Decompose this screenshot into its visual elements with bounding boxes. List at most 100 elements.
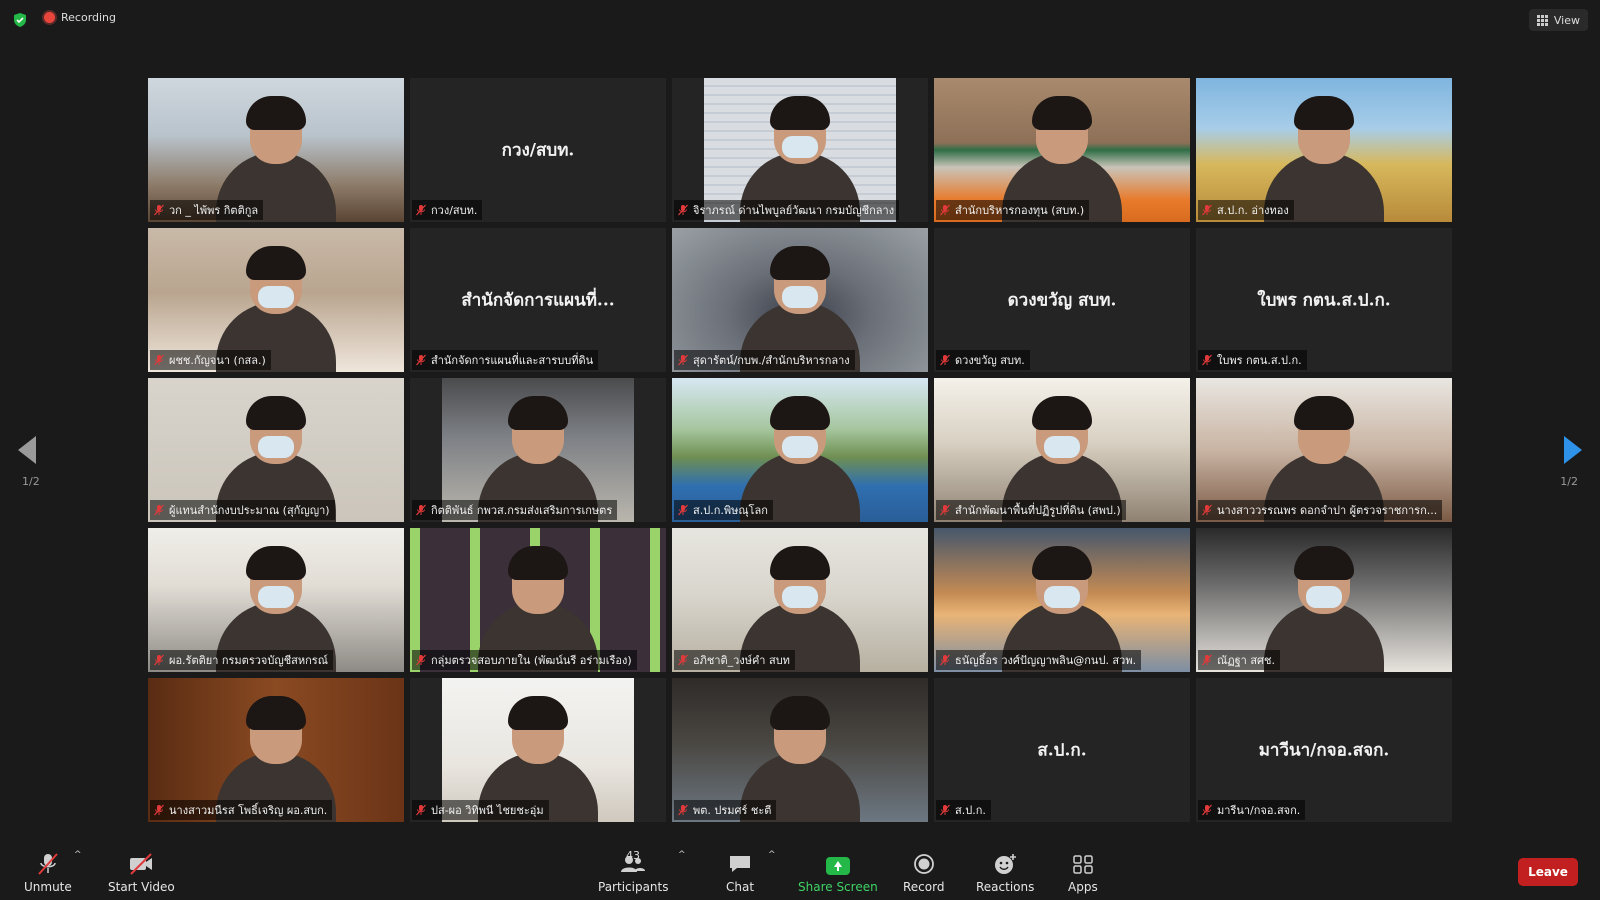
share-screen-label: Share Screen <box>798 880 878 894</box>
participant-nameplate: ส.ป.ก.พิษณุโลก <box>674 500 773 520</box>
participant-nameplate: สำนักพัฒนาพื้นที่ปฏิรูปที่ดิน (สพป.) <box>936 500 1126 520</box>
participant-count: 43 <box>626 849 640 862</box>
reactions-smiley-icon <box>995 854 1017 874</box>
reactions-button[interactable]: Reactions <box>976 853 1034 894</box>
participant-tile[interactable]: ผู้แทนสำนักงบประมาณ (สุกัญญา) <box>148 378 404 522</box>
participant-tile[interactable]: วก _ ไพ้พร กิตติกูล <box>148 78 404 222</box>
participant-tile[interactable]: สำนักพัฒนาพื้นที่ปฏิรูปที่ดิน (สพป.) <box>934 378 1190 522</box>
participant-nameplate: วก _ ไพ้พร กิตติกูล <box>150 200 264 220</box>
meeting-topbar: Recording View <box>0 0 1600 40</box>
muted-mic-icon <box>154 654 164 666</box>
participant-tile[interactable]: ใบพร กตน.ส.ป.ก. ใบพร กตน.ส.ป.ก. <box>1196 228 1452 372</box>
participant-tile[interactable]: ธนัญธิ์อร วงศ์ปัญญาพลิน@กนป. สวพ. <box>934 528 1190 672</box>
muted-mic-icon <box>678 504 688 516</box>
participant-tile[interactable]: ณัฏฐา สศช. <box>1196 528 1452 672</box>
view-button[interactable]: View <box>1528 9 1588 31</box>
share-screen-button[interactable]: Share Screen <box>798 855 878 894</box>
participant-name: จิราภรณ์ ด่านไพบูลย์วัฒนา กรมบัญชีกลาง <box>693 204 895 217</box>
participant-name: ผอ.รัตติยา กรมตรวจบัญชีสหกรณ์ <box>169 654 328 667</box>
participant-name: อภิชาติ_วงษ์คำ สบท <box>693 654 790 667</box>
previous-page-arrow-icon[interactable] <box>18 436 36 464</box>
participant-tile[interactable]: ส.ป.ก.พิษณุโลก <box>672 378 928 522</box>
participants-options-caret-icon[interactable]: ^ <box>678 850 686 860</box>
page-indicator-left: 1/2 <box>22 475 40 488</box>
participant-tile[interactable]: ผอ.รัตติยา กรมตรวจบัญชีสหกรณ์ <box>148 528 404 672</box>
start-video-label: Start Video <box>108 880 175 894</box>
apps-icon <box>1073 855 1093 874</box>
start-video-button[interactable]: Start Video <box>108 853 175 894</box>
participant-name: กิตติพันธ์ กพวส.กรมส่งเสริมการเกษตร <box>431 504 613 517</box>
unmute-button[interactable]: Unmute <box>24 853 72 894</box>
chat-icon <box>730 856 751 872</box>
grid-view-icon <box>1536 14 1548 26</box>
participant-tile[interactable]: สุดารัตน์/กบพ./สำนักบริหารกลาง <box>672 228 928 372</box>
participant-nameplate: ผู้แทนสำนักงบประมาณ (สุกัญญา) <box>150 500 335 520</box>
participant-name: นางสาวมนีรส โพธิ์เจริญ ผอ.สบก. <box>169 804 328 817</box>
muted-mic-icon <box>678 204 688 216</box>
participant-tile[interactable]: นางสาววรรณพร ดอกจำปา ผู้ตรวจราชการก... <box>1196 378 1452 522</box>
participant-nameplate: นางสาววรรณพร ดอกจำปา ผู้ตรวจราชการก... <box>1198 500 1443 520</box>
participant-name: สุดารัตน์/กบพ./สำนักบริหารกลาง <box>693 354 850 367</box>
participant-tile[interactable]: กิตติพันธ์ กพวส.กรมส่งเสริมการเกษตร <box>410 378 666 522</box>
recording-label: Recording <box>61 11 117 24</box>
muted-mic-icon <box>1202 804 1212 816</box>
participant-tile[interactable]: นางสาวมนีรส โพธิ์เจริญ ผอ.สบก. <box>148 678 404 822</box>
record-button[interactable]: Record <box>903 853 944 894</box>
participant-nameplate: อภิชาติ_วงษ์คำ สบท <box>674 650 795 670</box>
participant-display-name: ส.ป.ก. <box>1037 740 1087 761</box>
recording-dot-icon <box>44 12 55 23</box>
chat-button[interactable]: Chat <box>726 853 754 894</box>
participant-name: กลุ่มตรวจสอบภายใน (พัฒน์นรี อร่ามเรือง) <box>431 654 632 667</box>
participant-tile[interactable]: ผชช.กัญจนา (กสล.) <box>148 228 404 372</box>
participant-tile[interactable]: ปส-ผอ วิทิพนี ไชยชะอุ่ม <box>410 678 666 822</box>
participant-tile[interactable]: ดวงขวัญ สบท. ดวงขวัญ สบท. <box>934 228 1190 372</box>
participant-nameplate: สุดารัตน์/กบพ./สำนักบริหารกลาง <box>674 350 855 370</box>
audio-options-caret-icon[interactable]: ^ <box>74 850 82 860</box>
participant-name: กวง/สบท. <box>431 204 478 217</box>
participant-head <box>770 696 830 764</box>
meeting-toolbar: Unmute ^ Start Video 43 Participants ^ C… <box>0 838 1600 900</box>
participant-tile[interactable]: สำนักจัดการแผนที่... สำนักจัดการแผนที่และ… <box>410 228 666 372</box>
participant-tile[interactable]: อภิชาติ_วงษ์คำ สบท <box>672 528 928 672</box>
participant-tile[interactable]: ส.ป.ก. อ่างทอง <box>1196 78 1452 222</box>
recording-indicator[interactable]: Recording <box>44 11 116 24</box>
participant-nameplate: มารีนา/กจอ.สจก. <box>1198 800 1306 820</box>
participant-tile[interactable]: สำนักบริหารกองทุน (สบท.) <box>934 78 1190 222</box>
participant-tile[interactable]: ส.ป.ก. ส.ป.ก. <box>934 678 1190 822</box>
muted-mic-icon <box>416 354 426 366</box>
participant-tile[interactable]: มาวีนา/กจอ.สจก. มารีนา/กจอ.สจก. <box>1196 678 1452 822</box>
participant-tile[interactable]: กวง/สบท. กวง/สบท. <box>410 78 666 222</box>
participant-name: ธนัญธิ์อร วงศ์ปัญญาพลิน@กนป. สวพ. <box>955 654 1137 667</box>
muted-mic-icon <box>416 504 426 516</box>
muted-mic-icon <box>1202 654 1212 666</box>
participant-name: ส.ป.ก. อ่างทอง <box>1217 204 1289 217</box>
muted-mic-icon <box>678 804 688 816</box>
leave-button[interactable]: Leave <box>1518 858 1578 886</box>
muted-mic-icon <box>154 204 164 216</box>
view-label: View <box>1553 13 1580 27</box>
participant-head <box>246 396 306 464</box>
participant-head <box>246 546 306 614</box>
participant-head <box>770 396 830 464</box>
participant-tile[interactable]: กลุ่มตรวจสอบภายใน (พัฒน์นรี อร่ามเรือง) <box>410 528 666 672</box>
participant-nameplate: ดวงขวัญ สบท. <box>936 350 1030 370</box>
chat-options-caret-icon[interactable]: ^ <box>768 850 776 860</box>
participant-head <box>1032 546 1092 614</box>
participant-nameplate: นางสาวมนีรส โพธิ์เจริญ ผอ.สบก. <box>150 800 333 820</box>
muted-mic-icon <box>1202 354 1212 366</box>
participants-button[interactable]: 43 Participants <box>598 849 669 894</box>
next-page-arrow-icon[interactable] <box>1564 436 1582 464</box>
participant-tile[interactable]: พต. ปรมศร์ ชะตี <box>672 678 928 822</box>
muted-mic-icon <box>940 204 950 216</box>
participant-tile[interactable]: จิราภรณ์ ด่านไพบูลย์วัฒนา กรมบัญชีกลาง <box>672 78 928 222</box>
shield-icon[interactable] <box>12 12 28 28</box>
participant-name: ใบพร กตน.ส.ป.ก. <box>1217 354 1302 367</box>
apps-label: Apps <box>1068 880 1098 894</box>
participant-head <box>770 246 830 314</box>
participant-name: สำนักจัดการแผนที่และสารบบที่ดิน <box>431 354 594 367</box>
muted-mic-icon <box>1202 504 1212 516</box>
participant-head <box>508 696 568 764</box>
apps-button[interactable]: Apps <box>1068 853 1098 894</box>
video-off-icon <box>130 853 153 875</box>
share-screen-icon <box>825 857 850 875</box>
